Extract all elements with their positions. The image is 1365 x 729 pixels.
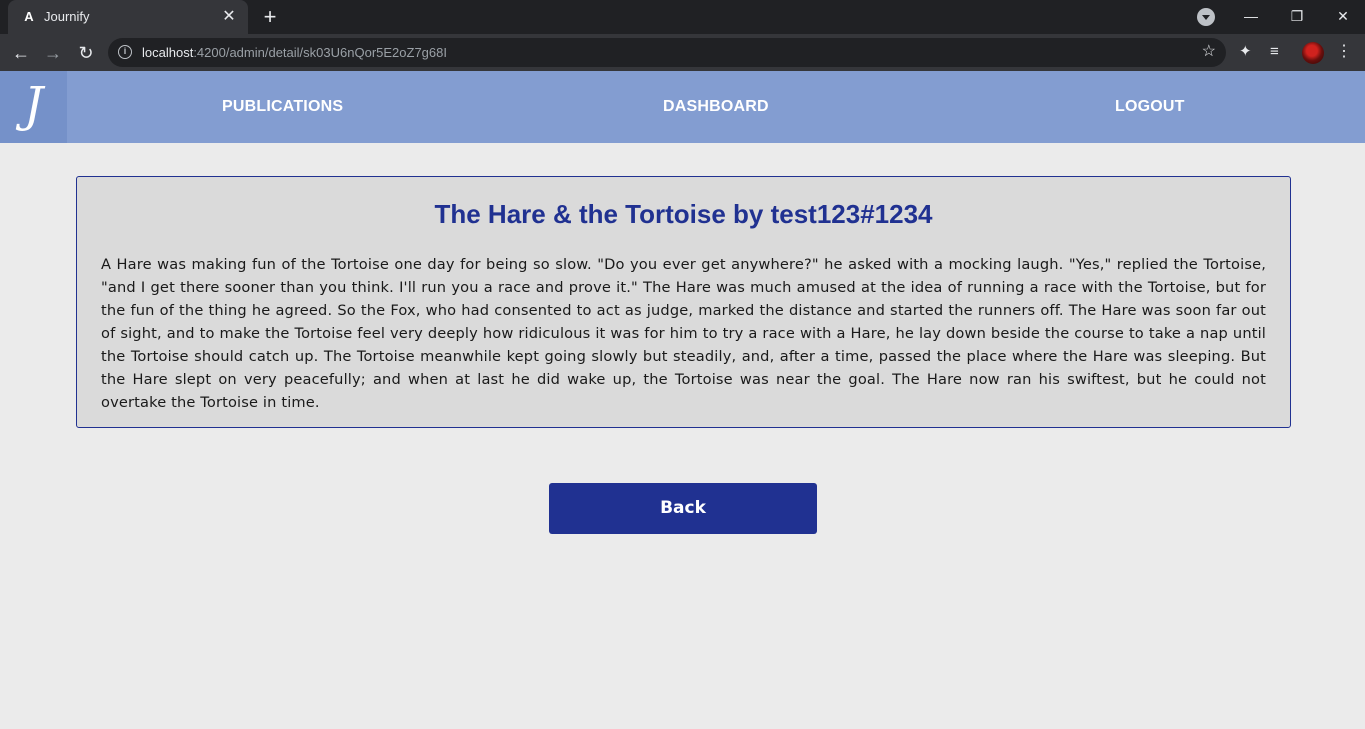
- profile-avatar[interactable]: [1302, 42, 1324, 64]
- nav-logout[interactable]: LOGOUT: [1115, 98, 1185, 116]
- address-bar[interactable]: i localhost:4200/admin/detail/sk03U6nQor…: [108, 38, 1226, 67]
- minimize-icon[interactable]: —: [1228, 0, 1274, 34]
- app-header: J PUBLICATIONS DASHBOARD LOGOUT: [0, 71, 1365, 143]
- tab-search-icon[interactable]: [1197, 8, 1215, 26]
- media-queue-icon[interactable]: ≡: [1270, 43, 1279, 61]
- publication-card: The Hare & the Tortoise by test123#1234 …: [76, 176, 1291, 428]
- nav-publications[interactable]: PUBLICATIONS: [222, 98, 343, 116]
- publication-title: The Hare & the Tortoise by test123#1234: [434, 199, 933, 229]
- kebab-menu-icon[interactable]: ⋮: [1336, 41, 1352, 63]
- journify-logo[interactable]: J: [0, 71, 67, 143]
- restore-icon[interactable]: ❐: [1274, 0, 1320, 34]
- publication-body: A Hare was making fun of the Tortoise on…: [101, 256, 1266, 411]
- url-text: localhost:4200/admin/detail/sk03U6nQor5E…: [142, 45, 447, 60]
- browser-toolbar: ← → ↻ i localhost:4200/admin/detail/sk03…: [0, 34, 1365, 71]
- logo-letter: J: [23, 77, 44, 133]
- bookmark-star-icon[interactable]: ☆: [1202, 43, 1216, 61]
- browser-tab[interactable]: A Journify ✕: [8, 0, 248, 34]
- close-window-icon[interactable]: ✕: [1320, 0, 1365, 34]
- browser-tab-strip: A Journify ✕ + — ❐ ✕: [0, 0, 1365, 34]
- reload-icon[interactable]: ↻: [73, 40, 99, 66]
- puzzle-icon[interactable]: ✦: [1239, 43, 1252, 61]
- back-button[interactable]: Back: [549, 483, 817, 534]
- back-arrow-icon[interactable]: ←: [8, 40, 34, 66]
- nav-dashboard[interactable]: DASHBOARD: [663, 98, 769, 116]
- tab-title: Journify: [44, 9, 90, 24]
- info-icon[interactable]: i: [118, 45, 132, 59]
- new-tab-icon[interactable]: +: [258, 5, 282, 29]
- forward-arrow-icon[interactable]: →: [40, 40, 66, 66]
- close-tab-icon[interactable]: ✕: [220, 8, 238, 26]
- angular-favicon-icon: A: [24, 9, 34, 24]
